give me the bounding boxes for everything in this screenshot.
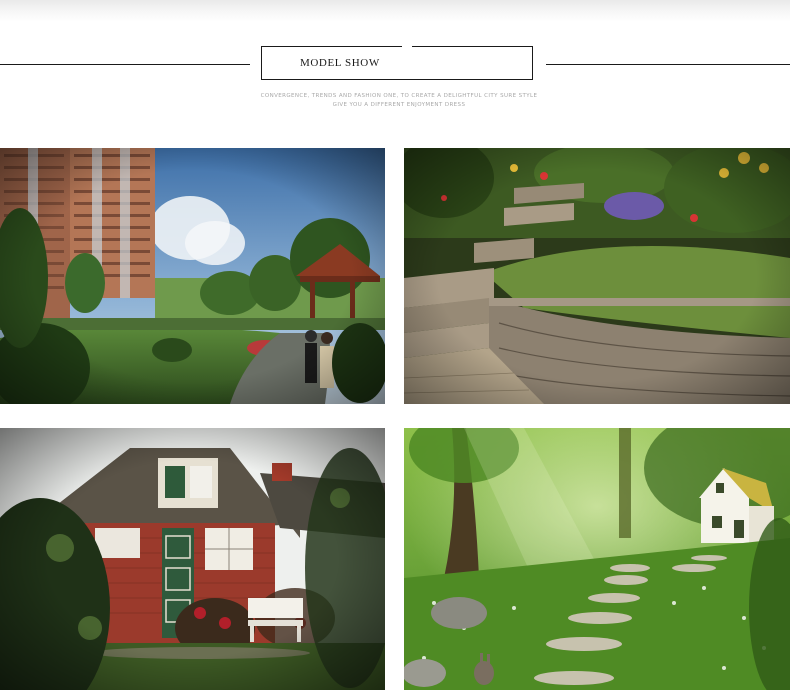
model-photo-stone-steps bbox=[404, 148, 790, 404]
model-photo-residential-garden bbox=[0, 148, 385, 404]
model-photo-fairy-garden bbox=[404, 428, 790, 690]
section-title: MODEL SHOW bbox=[300, 57, 380, 69]
residential-garden-illustration bbox=[0, 148, 385, 404]
header-rule-left bbox=[0, 64, 250, 65]
section-subtitle-line-1: CONVERGENCE, TRENDS AND FASHION ONE, TO … bbox=[260, 93, 538, 99]
top-fade-band bbox=[0, 0, 790, 22]
brick-cottage-illustration bbox=[0, 428, 385, 690]
section-subtitle-line-2: GIVE YOU A DIFFERENT ENJOYMENT DRESS bbox=[332, 102, 466, 108]
section-title-box: MODEL SHOW bbox=[261, 45, 533, 80]
stone-steps-illustration bbox=[404, 148, 790, 404]
model-photo-brick-cottage bbox=[0, 428, 385, 690]
header-rule-right bbox=[546, 64, 790, 65]
fairy-garden-illustration bbox=[404, 428, 790, 690]
